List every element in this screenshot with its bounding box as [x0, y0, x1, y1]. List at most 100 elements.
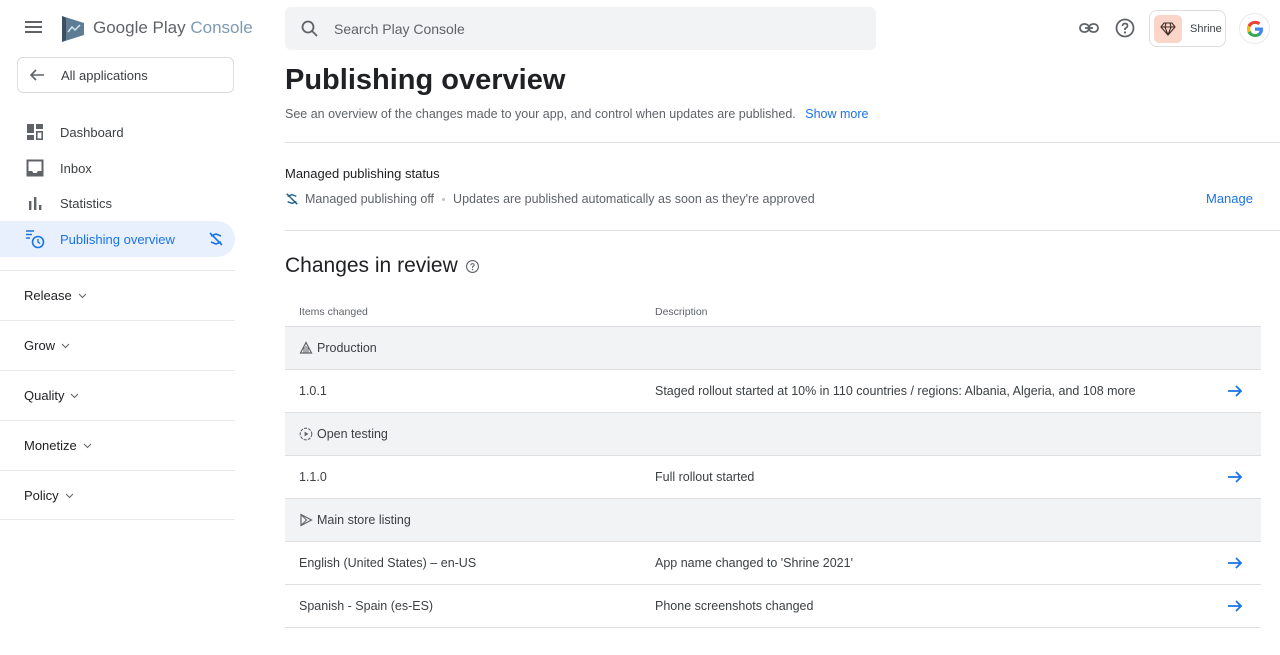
changes-in-review-heading: Changes in review	[285, 254, 480, 278]
arrow-right-icon[interactable]	[1226, 554, 1244, 572]
group-name: Production	[317, 341, 377, 355]
section-label: Grow	[24, 338, 56, 353]
table-row[interactable]: 1.1.0 Full rollout started	[285, 456, 1261, 499]
section-label: Policy	[24, 487, 59, 503]
brand-name-main: Google Play	[93, 18, 191, 37]
all-applications-label: All applications	[61, 67, 148, 83]
table-row[interactable]: 1.0.1 Staged rollout started at 10% in 1…	[285, 370, 1261, 413]
sidebar-section-monetize[interactable]: Monetize	[0, 420, 235, 470]
group-name: Open testing	[317, 427, 388, 441]
search-bar[interactable]	[285, 7, 876, 50]
item-changed: 1.0.1	[299, 384, 327, 398]
group-row-main-store-listing: Main store listing	[285, 499, 1261, 542]
sidebar-item-inbox[interactable]: Inbox	[0, 150, 235, 186]
item-changed: English (United States) – en-US	[299, 556, 477, 570]
group-row-production: Production	[285, 327, 1261, 370]
main-menu-button[interactable]	[24, 18, 44, 38]
section-label: Quality	[24, 388, 65, 403]
column-header-description: Description	[655, 305, 708, 318]
help-icon	[1115, 18, 1135, 38]
change-description: Full rollout started	[655, 470, 755, 484]
managed-publishing-status: Managed publishing off Updates are publi…	[285, 192, 815, 206]
group-name: Main store listing	[317, 513, 411, 527]
sidebar-section-policy[interactable]: Policy	[0, 470, 235, 520]
group-label: Main store listing	[299, 513, 411, 527]
app-icon	[1154, 14, 1182, 43]
link-button[interactable]	[1078, 17, 1100, 39]
sidebar-item-label: Statistics	[60, 195, 113, 211]
status-text: Managed publishing off	[305, 192, 435, 206]
sidebar-item-publishing-overview[interactable]: Publishing overview	[0, 221, 235, 257]
column-header-items-changed: Items changed	[299, 305, 368, 318]
change-description: Staged rollout started at 10% in 110 cou…	[655, 384, 1136, 398]
brand-name-accent: Console	[190, 18, 253, 37]
group-label: Open testing	[299, 427, 388, 441]
sidebar-item-label: Dashboard	[60, 124, 124, 140]
table-row[interactable]: English (United States) – en-US App name…	[285, 542, 1261, 585]
divider	[285, 230, 1280, 231]
separator-dot	[442, 197, 446, 201]
managed-publishing-off-icon	[286, 193, 298, 205]
status-detail: Updates are published automatically as s…	[453, 192, 815, 206]
sidebar-section-release[interactable]: Release	[0, 270, 235, 320]
hamburger-icon-bar	[25, 31, 42, 33]
manage-button[interactable]: Manage	[1206, 191, 1253, 206]
sidebar: Google Play Console All applications Das…	[0, 0, 253, 655]
sidebar-item-label: Inbox	[60, 160, 92, 176]
sidebar-section-grow[interactable]: Grow	[0, 320, 235, 370]
diamond-icon	[1160, 21, 1176, 36]
store-listing-icon	[300, 513, 313, 527]
search-icon	[301, 20, 318, 37]
app-switcher[interactable]: Shrine	[1149, 10, 1226, 47]
account-button[interactable]	[1239, 13, 1270, 44]
production-icon	[299, 341, 313, 354]
open-testing-icon	[299, 427, 313, 441]
statistics-icon	[25, 193, 45, 213]
sidebar-section-quality[interactable]: Quality	[0, 370, 235, 420]
change-description: App name changed to 'Shrine 2021'	[655, 556, 853, 570]
table-row[interactable]: Spanish - Spain (es-ES) Phone screenshot…	[285, 585, 1261, 628]
dashboard-icon	[25, 122, 45, 142]
group-label: Production	[299, 341, 377, 355]
chevron-down-icon	[61, 343, 70, 349]
changes-table: Items changed Description Production 1.0…	[285, 297, 1261, 628]
item-changed: Spanish - Spain (es-ES)	[299, 599, 434, 613]
group-row-open-testing: Open testing	[285, 413, 1261, 456]
help-icon[interactable]	[465, 259, 480, 274]
back-arrow-icon	[29, 69, 44, 81]
help-button[interactable]	[1114, 17, 1136, 39]
section-label: Release	[24, 288, 72, 303]
search-input[interactable]	[334, 20, 834, 37]
sidebar-item-dashboard[interactable]: Dashboard	[0, 114, 235, 150]
all-applications-button[interactable]: All applications	[17, 57, 234, 93]
arrow-right-icon[interactable]	[1226, 468, 1244, 486]
hamburger-icon-bar	[25, 26, 42, 28]
inbox-icon	[25, 158, 45, 178]
table-header: Items changed Description	[285, 297, 1261, 327]
chevron-down-icon	[65, 493, 74, 498]
brand-header: Google Play Console	[0, 0, 253, 56]
show-more-link[interactable]: Show more	[805, 107, 868, 121]
divider	[285, 142, 1280, 143]
page-description-text: See an overview of the changes made to y…	[285, 107, 796, 121]
chevron-down-icon	[83, 443, 92, 449]
section-title: Changes in review	[285, 254, 458, 277]
link-icon	[1079, 23, 1099, 33]
play-console-logo	[62, 16, 84, 42]
page-description: See an overview of the changes made to y…	[285, 107, 868, 121]
chevron-down-icon	[78, 293, 87, 299]
arrow-right-icon[interactable]	[1226, 597, 1244, 615]
managed-publishing-title: Managed publishing status	[285, 166, 440, 181]
managed-publishing-off-icon	[209, 232, 223, 246]
section-label: Monetize	[24, 438, 77, 453]
google-account-icon	[1246, 20, 1263, 37]
item-changed: 1.1.0	[299, 470, 327, 484]
app-name: Shrine	[1190, 22, 1222, 35]
sidebar-item-label: Publishing overview	[60, 231, 175, 247]
sidebar-item-statistics[interactable]: Statistics	[0, 185, 235, 221]
arrow-right-icon[interactable]	[1226, 382, 1244, 400]
change-description: Phone screenshots changed	[655, 599, 814, 613]
hamburger-icon	[25, 21, 42, 23]
publishing-overview-icon	[25, 229, 45, 249]
chevron-down-icon	[71, 393, 79, 399]
